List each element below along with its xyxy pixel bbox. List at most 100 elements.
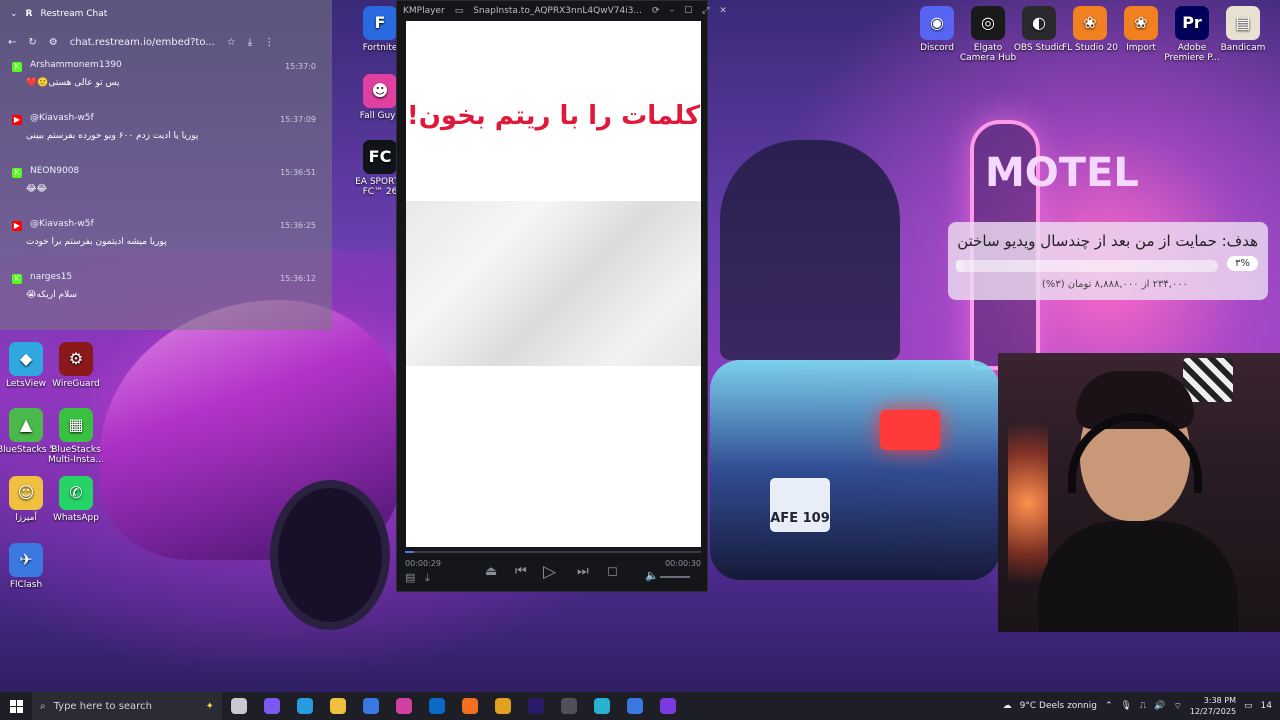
address-bar[interactable]: ← ↻ ⚙ chat.restream.io/embed?to... ☆ ⤓ ⋮ [0, 28, 332, 56]
show-hidden-icons[interactable]: ⌃ [1105, 701, 1113, 711]
notification-count: 14 [1260, 701, 1272, 711]
app-icon: ✈ [9, 543, 43, 577]
desktop-icon-label: WireGuard [52, 379, 100, 389]
taskbar-outlook-button[interactable] [420, 692, 453, 720]
kmplayer-window[interactable]: KMPlayer ▭ SnapInsta.to_AQPRX3nnL4QwV74i… [396, 0, 727, 592]
playlist-icon[interactable]: ▤ [405, 571, 415, 584]
video-frame[interactable]: کلمات را با ریتم بخون! [406, 21, 701, 547]
fullscreen-icon[interactable]: ⤢ [702, 6, 709, 16]
site-info-icon[interactable]: ⚙ [49, 37, 58, 48]
open-file-icon[interactable]: ⤓ [425, 571, 430, 585]
app-icon: ✆ [59, 476, 93, 510]
file-explorer-icon [329, 698, 346, 714]
kick-icon: K [12, 274, 22, 284]
app-icon: ❀ [1073, 6, 1107, 40]
goal-percent: ۳% [1227, 256, 1258, 271]
goal-subtitle: ۲۳۴,۰۰۰ از ۸,۸۸۸,۰۰۰ تومان (۳%) [1041, 279, 1188, 290]
minimize-icon[interactable]: – [670, 6, 675, 16]
app-icon: ◆ [9, 342, 43, 376]
chat-timestamp: 15:36:25 [280, 221, 316, 230]
desktop-icon-label: BlueStacks Multi-Insta... [48, 445, 104, 465]
taskbar-edge-button[interactable] [288, 692, 321, 720]
chat-text: سلام اریکه😭 [26, 290, 78, 300]
chat-messages: K Arshammonem1390 15:37:0 یس تو عالی هستی🙂❤… [0, 56, 332, 321]
webcam-overlay [998, 353, 1280, 632]
taskbar-copilot-button[interactable] [255, 692, 288, 720]
chat-timestamp: 15:36:12 [280, 274, 316, 283]
wifi-icon[interactable]: ⌔ [1173, 701, 1181, 712]
video-heading: کلمات را با ریتم بخون! [406, 101, 701, 131]
chat-text: یس تو عالی هستی🙂❤️ [26, 78, 120, 88]
flclash-icon [626, 698, 643, 714]
taskbar-firefox-button[interactable] [453, 692, 486, 720]
chat-message: K Arshammonem1390 15:37:0 یس تو عالی هستی🙂❤… [0, 56, 332, 109]
stop-icon[interactable]: ◻ [607, 564, 618, 579]
youtube-icon: ▶ [12, 115, 22, 125]
play-icon[interactable]: ▷ [543, 562, 556, 582]
screen-icon[interactable]: ▭ [455, 6, 464, 16]
pin-icon[interactable]: ⟳ [652, 6, 660, 16]
donation-goal-widget: هدف: حمایت از من بعد از چندسال ویدیو ساخ… [948, 222, 1268, 300]
taskbar-premiere-button[interactable] [519, 692, 552, 720]
video-paper-texture [406, 201, 701, 366]
start-button[interactable] [0, 692, 32, 720]
app-icon: FC [363, 140, 397, 174]
taskbar-file-explorer-button[interactable] [321, 692, 354, 720]
system-tray: ☁ 9°C Deels zonnig ⌃ 🎙 ⎍ 🔊 ⌔ 3:38 PM 12/… [1003, 695, 1280, 717]
app-icon: ◐ [1022, 6, 1056, 40]
notifications-icon[interactable]: ▭ [1244, 701, 1253, 711]
taskbar-edge-beta-button[interactable] [585, 692, 618, 720]
network-icon[interactable]: ⎍ [1140, 701, 1146, 711]
search-icon: ⌕ [40, 700, 46, 712]
taskbar-store-button[interactable] [354, 692, 387, 720]
goal-progress-bar [956, 260, 1218, 272]
wallpaper-figure [720, 140, 900, 360]
chevron-down-icon[interactable]: ⌄ [10, 9, 18, 19]
maximize-icon[interactable]: ☐ [684, 6, 692, 16]
app-icon: ☻ [363, 74, 397, 108]
taskbar-flclash-button[interactable] [618, 692, 651, 720]
download-icon[interactable]: ⤓ [248, 37, 252, 48]
close-icon[interactable]: ✕ [719, 6, 727, 16]
weather-text[interactable]: 9°C Deels zonnig [1020, 701, 1097, 711]
speaker-icon[interactable]: 🔊 [1154, 701, 1165, 711]
menu-icon[interactable]: ⋮ [264, 37, 274, 48]
app-icon: ☺ [9, 476, 43, 510]
app-name: KMPlayer [403, 6, 445, 16]
desktop-icon-bandicam[interactable]: ▤ Bandicam [1213, 6, 1273, 53]
reload-icon[interactable]: ↻ [28, 37, 36, 48]
desktop-icon-bluestacks-multi-insta[interactable]: ▦ BlueStacks Multi-Insta... [46, 408, 106, 465]
restream-icon: R [25, 9, 33, 19]
back-icon[interactable]: ← [8, 37, 16, 48]
desktop-icon-label: FlClash [9, 580, 43, 590]
desktop-icon-flclash[interactable]: ✈ FlClash [0, 543, 56, 590]
app-icon: ◎ [971, 6, 1005, 40]
seek-bar[interactable] [405, 551, 701, 553]
chat-text: پوریا میشه ادیتمون بفرستم برا خودت [26, 237, 167, 247]
volume-icon[interactable]: 🔈 [645, 569, 659, 582]
desktop-icon-whatsapp[interactable]: ✆ WhatsApp [46, 476, 106, 523]
taskbar-task-view-button[interactable] [222, 692, 255, 720]
kmplayer-titlebar[interactable]: KMPlayer ▭ SnapInsta.to_AQPRX3nnL4QwV74i… [397, 1, 727, 21]
instagram-icon [395, 698, 412, 714]
volume-slider[interactable] [660, 576, 690, 578]
clock[interactable]: 3:38 PM 12/27/2025 [1190, 695, 1236, 717]
taskbar-obs-button[interactable] [552, 692, 585, 720]
time-total: 00:00:30 [665, 559, 701, 568]
browser-tab[interactable]: ⌄ R Restream Chat [0, 0, 332, 28]
microphone-icon[interactable]: 🎙 [1120, 701, 1131, 711]
taskbar-chrome-button[interactable] [486, 692, 519, 720]
taskbar-instagram-button[interactable] [387, 692, 420, 720]
weather-icon[interactable]: ☁ [1003, 701, 1012, 711]
desktop-icon-wireguard[interactable]: ⚙ WireGuard [46, 342, 106, 389]
url-text[interactable]: chat.restream.io/embed?to... [70, 37, 215, 48]
previous-icon[interactable]: ⏮ [515, 564, 527, 579]
next-icon[interactable]: ⏭ [577, 564, 589, 579]
restream-chat-window[interactable]: ⌄ R Restream Chat ← ↻ ⚙ chat.restream.io… [0, 0, 332, 330]
streamer-body [1038, 521, 1238, 632]
taskbar-kmplayer-button[interactable] [651, 692, 684, 720]
eject-icon[interactable]: ⏏ [485, 564, 497, 579]
taskbar-search[interactable]: ⌕ Type here to search ✦ [32, 692, 222, 720]
star-icon[interactable]: ☆ [227, 37, 236, 48]
chat-text: 😂😂 [26, 184, 48, 194]
